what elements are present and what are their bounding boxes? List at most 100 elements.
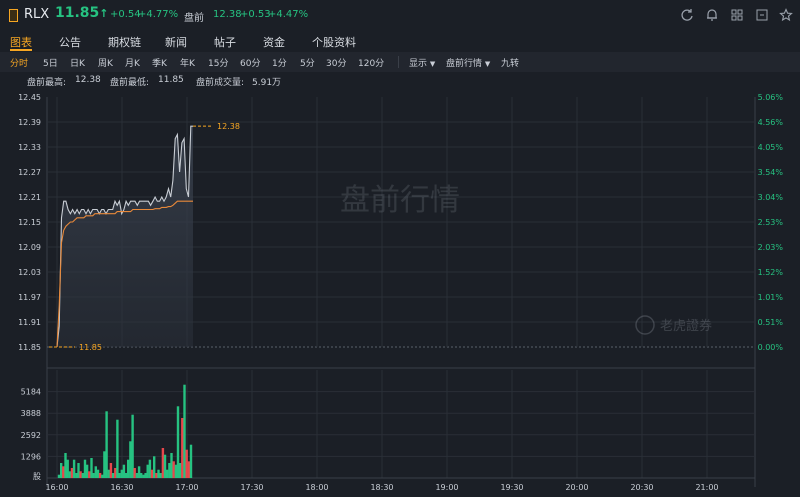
caret-down-icon: ▼ <box>484 60 491 68</box>
volume-bar <box>159 473 162 478</box>
volume-bar <box>127 459 130 478</box>
volume-bar <box>118 473 121 478</box>
x-tick-label: 16:30 <box>110 483 133 492</box>
tab-options-chain[interactable]: 期权链 <box>108 34 141 50</box>
volume-tick-label: 股 <box>33 472 41 481</box>
y-tick-label: 11.91 <box>18 318 41 327</box>
price-change-pct: +4.77% <box>138 9 179 20</box>
volume-bar <box>155 473 158 478</box>
premarket-label: 盘前 <box>184 13 204 24</box>
interval-5m[interactable]: 5分 <box>300 56 315 69</box>
volume-bar <box>176 406 180 478</box>
star-icon[interactable] <box>779 8 793 22</box>
premarket-high-label: 盘前最高: <box>27 78 67 88</box>
volume-bar <box>64 453 67 478</box>
volume-bar <box>57 474 61 478</box>
up-arrow-icon: ↑ <box>99 7 109 20</box>
volume-bar <box>109 463 113 478</box>
volume-bar <box>142 474 145 478</box>
bell-icon[interactable] <box>705 8 719 22</box>
x-tick-label: 18:00 <box>305 483 328 492</box>
interval-week[interactable]: 周K <box>98 56 113 69</box>
tab-announcements[interactable]: 公告 <box>59 34 81 50</box>
volume-bar <box>114 468 117 478</box>
premarket-dropdown[interactable]: 盘前行情 ▼ <box>446 56 490 69</box>
refresh-icon[interactable] <box>680 8 694 22</box>
intraday-chart[interactable]: 盘前行情 老虎證券 12.38 11.85 12.45 5.06% 12.39 4.56… <box>0 88 800 497</box>
volume-bar <box>101 474 104 478</box>
interval-toolbar: 分时 5日 日K 周K 月K 季K 年K 15分 60分 1分 5分 30分 1… <box>0 52 800 72</box>
interval-5day[interactable]: 5日 <box>43 56 58 69</box>
last-price-value: 11.85 <box>55 5 100 21</box>
last-price: 11.85↑ <box>55 5 109 21</box>
y-right-tick-label: 5.06% <box>758 93 784 102</box>
volume-bar <box>98 473 102 478</box>
volume-bar <box>181 418 184 478</box>
interval-intraday[interactable]: 分时 <box>10 56 28 69</box>
tab-news[interactable]: 新闻 <box>165 34 187 50</box>
grid-icon[interactable] <box>730 8 744 22</box>
x-tick-label: 16:00 <box>45 483 68 492</box>
symbol-flag-icon <box>9 9 18 22</box>
volume-bar <box>161 448 165 478</box>
display-dropdown[interactable]: 显示 ▼ <box>409 56 435 69</box>
tab-funds[interactable]: 资金 <box>263 34 285 50</box>
tab-chart-underline <box>10 49 32 51</box>
quote-header: RLX 11.85↑ +0.54 +4.77% 盘前 12.38 +0.53 +… <box>0 0 800 30</box>
tab-profile[interactable]: 个股资料 <box>312 34 356 50</box>
chart-svg[interactable]: 盘前行情 老虎證券 12.38 11.85 12.45 5.06% 12.39 4.56… <box>0 88 800 497</box>
volume-bar <box>122 464 126 478</box>
x-tick-label: 18:30 <box>370 483 393 492</box>
y-right-tick-label: 4.05% <box>758 143 784 152</box>
interval-month[interactable]: 月K <box>125 56 140 69</box>
interval-quarter[interactable]: 季K <box>152 56 167 69</box>
volume-bar <box>90 458 93 478</box>
interval-year[interactable]: 年K <box>180 56 195 69</box>
price-change: +0.54 <box>110 9 141 20</box>
brand-logo-text: 老虎證券 <box>660 318 712 334</box>
settings-icon[interactable] <box>755 8 769 22</box>
tab-posts[interactable]: 帖子 <box>214 34 236 50</box>
brand-logo: 老虎證券 <box>635 315 712 335</box>
y-right-tick-label: 3.54% <box>758 168 784 177</box>
volume-bar <box>153 456 156 478</box>
symbol: RLX <box>24 7 50 22</box>
interval-15m[interactable]: 15分 <box>208 56 228 69</box>
x-tick-label: 17:30 <box>240 483 263 492</box>
interval-day[interactable]: 日K <box>70 56 85 69</box>
premarket-price: 12.38 <box>213 9 242 20</box>
x-tick-label: 19:30 <box>500 483 523 492</box>
volume-bar <box>124 473 128 478</box>
y-tick-label: 12.45 <box>18 93 41 102</box>
tab-chart[interactable]: 图表 <box>10 34 32 50</box>
volume-bar <box>83 459 87 478</box>
interval-30m[interactable]: 30分 <box>326 56 346 69</box>
volume-bar <box>107 469 110 478</box>
volume-bar <box>103 451 106 478</box>
high-marker-label: 12.38 <box>217 122 240 131</box>
interval-60m[interactable]: 60分 <box>240 56 260 69</box>
y-right-tick-label: 1.01% <box>758 293 784 302</box>
toolbar-divider <box>398 56 399 68</box>
volume-bar <box>185 449 188 478</box>
interval-120m[interactable]: 120分 <box>358 56 384 69</box>
volume-bar <box>75 473 78 478</box>
volume-bar <box>144 473 147 478</box>
volume-bar <box>166 469 169 478</box>
volume-bar <box>62 466 65 478</box>
volume-bar <box>137 466 141 478</box>
interval-1m[interactable]: 1分 <box>272 56 287 69</box>
volume-tick-label: 3888 <box>21 409 41 418</box>
volume-bar <box>179 463 182 478</box>
premarket-change-pct: +4.47% <box>268 9 309 20</box>
y-right-tick-label: 2.03% <box>758 243 784 252</box>
premarket-volume-value: 5.91万 <box>252 78 282 88</box>
volume-bar <box>60 463 63 478</box>
volume-bar <box>72 459 76 478</box>
premarket-low-value: 11.85 <box>158 75 184 85</box>
nine-turn-toggle[interactable]: 九转 <box>501 56 519 69</box>
volume-tick-label: 1296 <box>21 452 41 461</box>
x-tick-label: 21:00 <box>695 483 718 492</box>
y-right-tick-label: 4.56% <box>758 118 784 127</box>
x-tick-label: 17:00 <box>175 483 198 492</box>
